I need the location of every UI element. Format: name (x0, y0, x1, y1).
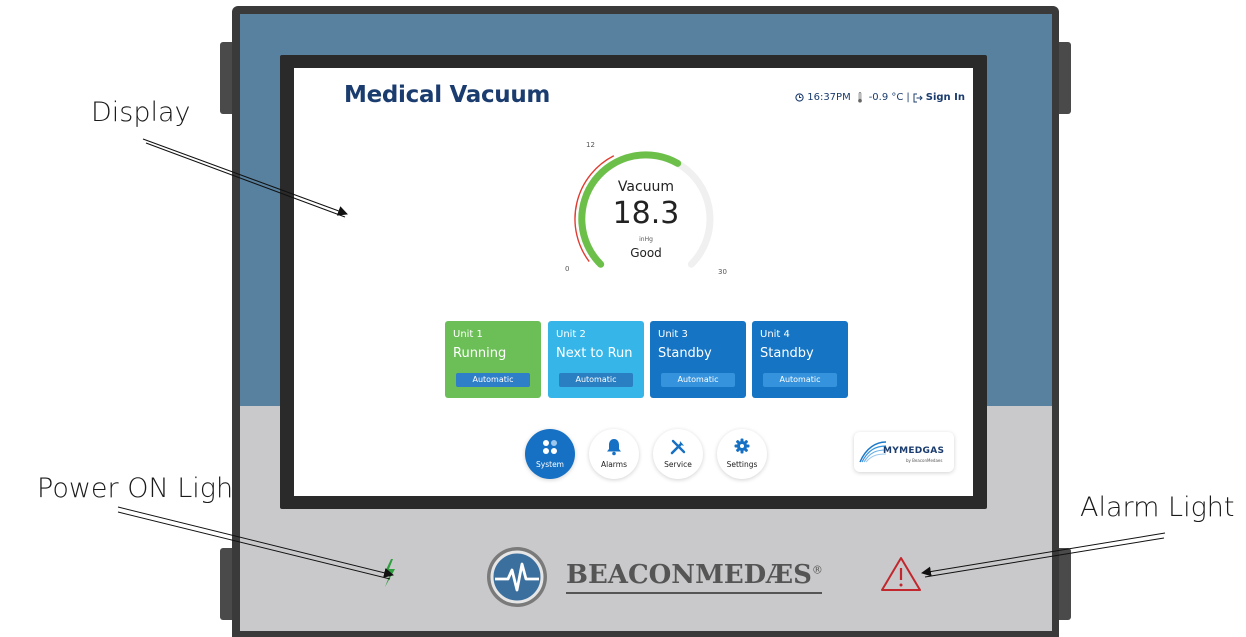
display-callout-arrow (142, 138, 348, 216)
power-callout-arrow (117, 506, 394, 578)
callout-arrows (117, 138, 1166, 580)
power-callout-arrow-shadow (117, 511, 391, 580)
alarm-callout-arrow-shadow (924, 537, 1165, 578)
alarm-callout-arrow (921, 532, 1166, 577)
display-callout-arrow-shadow (145, 142, 346, 218)
